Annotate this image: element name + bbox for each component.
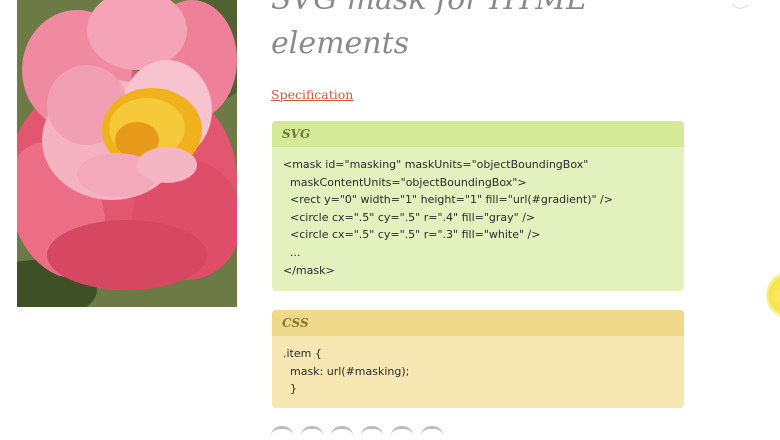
svg-panel-header: SVG [272, 121, 684, 147]
page-title: SVG mask for HTML elements [271, 0, 586, 61]
flower-illustration [17, 0, 237, 307]
corner-decoration-icon [731, 0, 750, 12]
cursor-highlight-icon [766, 270, 780, 320]
svg-code-panel: SVG <mask id="masking" maskUnits="object… [272, 121, 684, 291]
peony-flower-image [17, 0, 237, 307]
specification-link[interactable]: Specification [271, 87, 353, 102]
css-panel-header: CSS [272, 310, 684, 336]
css-code-panel: CSS .item { mask: url(#masking); } [272, 310, 684, 408]
svg-code-block: <mask id="masking" maskUnits="objectBoun… [283, 158, 613, 277]
css-code-block: .item { mask: url(#masking); } [283, 347, 410, 396]
